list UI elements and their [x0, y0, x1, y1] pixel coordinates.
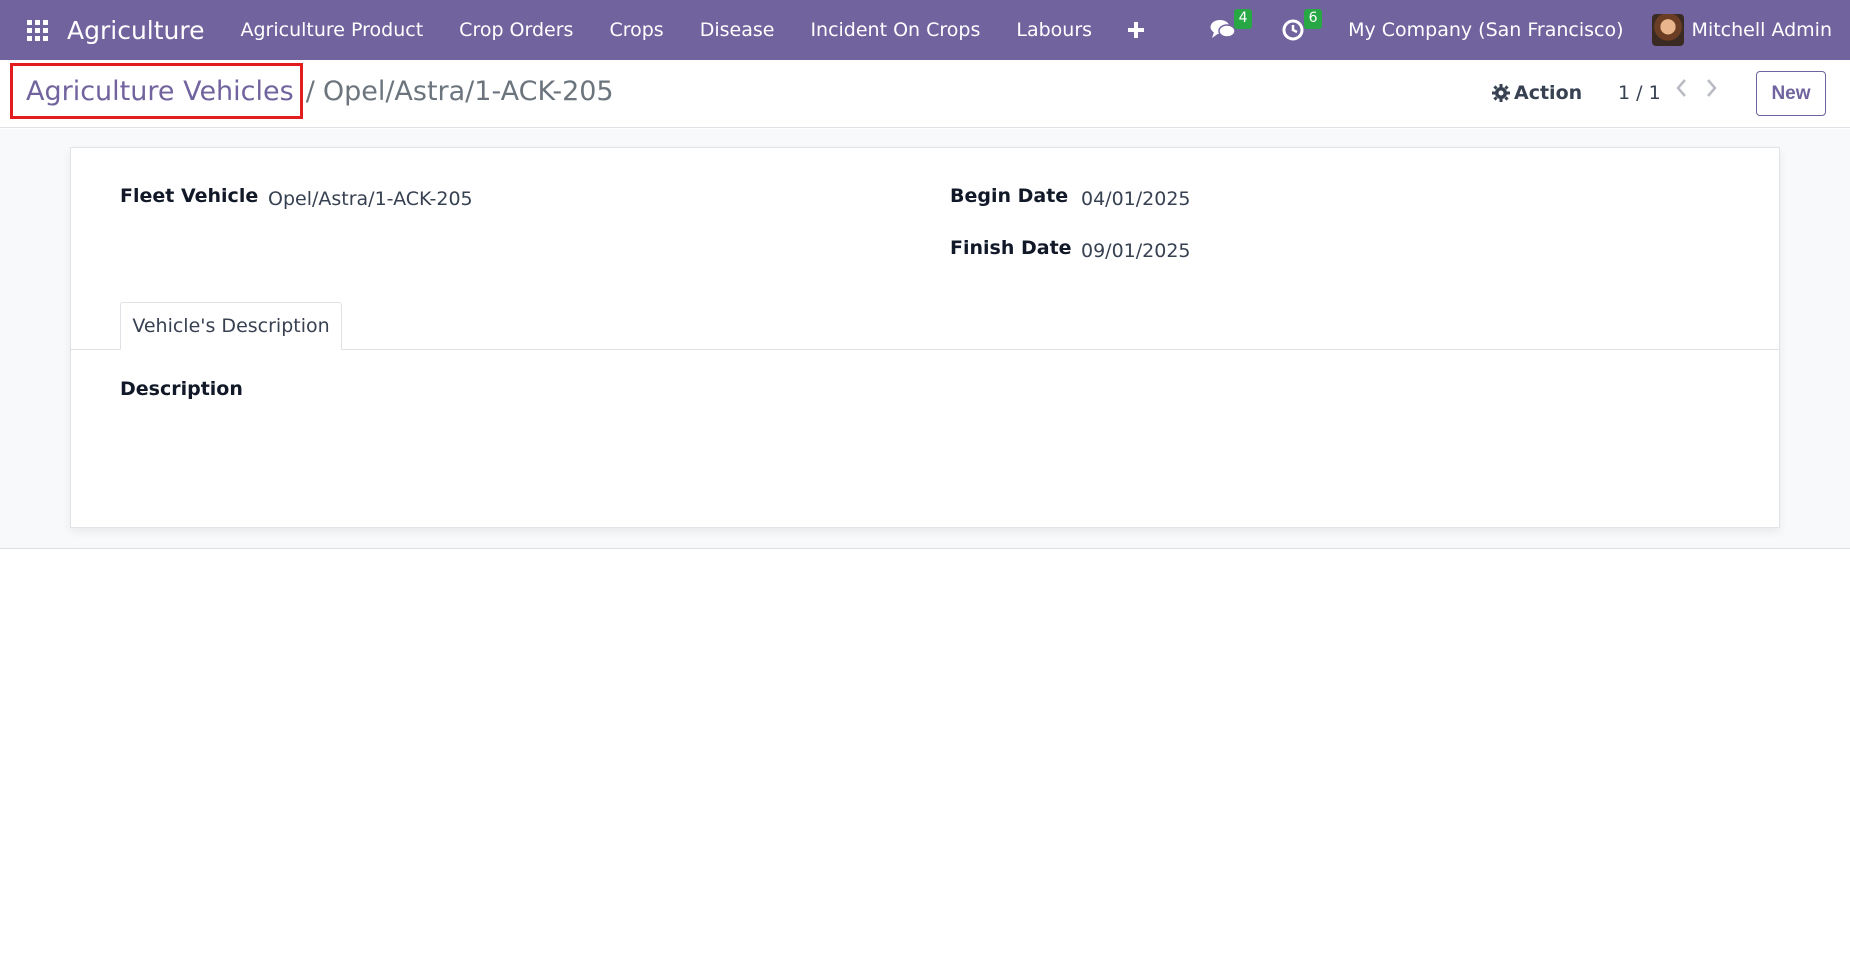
activities-count-badge: 6	[1304, 9, 1323, 29]
nav-item-labours[interactable]: Labours	[1016, 19, 1092, 41]
activities-button[interactable]: 6	[1278, 9, 1323, 45]
apps-menu-button[interactable]	[10, 0, 64, 60]
action-label: Action	[1514, 82, 1583, 104]
breadcrumb-agriculture-vehicles[interactable]: Agriculture Vehicles	[10, 63, 303, 119]
top-navbar: Agriculture Agriculture Product Crop Ord…	[0, 0, 1850, 60]
control-panel: Agriculture Vehicles / Opel/Astra/1-ACK-…	[0, 60, 1850, 128]
nav-item-crop-orders[interactable]: Crop Orders	[459, 19, 573, 41]
pager-previous-button[interactable]	[1675, 78, 1687, 104]
nav-item-incident-on-crops[interactable]: Incident On Crops	[810, 19, 980, 41]
plus-icon[interactable]	[1128, 15, 1145, 45]
tab-vehicles-description[interactable]: Vehicle's Description	[120, 302, 342, 350]
new-button[interactable]: New	[1756, 71, 1826, 116]
company-switcher[interactable]: My Company (San Francisco)	[1348, 19, 1623, 41]
form-sheet: Fleet Vehicle Opel/Astra/1-ACK-205 Begin…	[70, 147, 1780, 528]
messages-count-badge: 4	[1234, 9, 1253, 29]
finish-date-label: Finish Date	[950, 237, 1072, 259]
pager-value[interactable]: 1 / 1	[1618, 82, 1661, 104]
grid-icon	[26, 19, 48, 41]
form-view: Fleet Vehicle Opel/Astra/1-ACK-205 Begin…	[0, 129, 1850, 549]
chevron-right-icon	[1707, 79, 1717, 97]
nav-item-crops[interactable]: Crops	[609, 19, 663, 41]
breadcrumb-current-record: Opel/Astra/1-ACK-205	[322, 75, 614, 107]
description-label: Description	[120, 378, 243, 400]
nav-item-disease[interactable]: Disease	[700, 19, 775, 41]
gear-icon	[1492, 84, 1510, 102]
chevron-left-icon	[1676, 79, 1686, 97]
begin-date-label: Begin Date	[950, 185, 1069, 207]
breadcrumb: Agriculture Vehicles / Opel/Astra/1-ACK-…	[10, 63, 614, 119]
avatar[interactable]	[1651, 14, 1684, 46]
user-menu[interactable]: Mitchell Admin	[1692, 19, 1832, 41]
fleet-vehicle-field[interactable]: Opel/Astra/1-ACK-205	[268, 188, 473, 210]
nav-item-agriculture-product[interactable]: Agriculture Product	[241, 19, 424, 41]
chat-icon	[1210, 20, 1236, 38]
action-button[interactable]: Action	[1492, 82, 1582, 104]
clock-icon	[1282, 19, 1304, 41]
fleet-vehicle-label: Fleet Vehicle	[120, 185, 259, 207]
breadcrumb-separator: /	[305, 75, 315, 107]
begin-date-field[interactable]: 04/01/2025	[1081, 188, 1191, 210]
pager-next-button[interactable]	[1706, 78, 1718, 104]
app-brand[interactable]: Agriculture	[67, 16, 205, 45]
messages-button[interactable]: 4	[1208, 9, 1253, 45]
finish-date-field[interactable]: 09/01/2025	[1081, 240, 1191, 262]
